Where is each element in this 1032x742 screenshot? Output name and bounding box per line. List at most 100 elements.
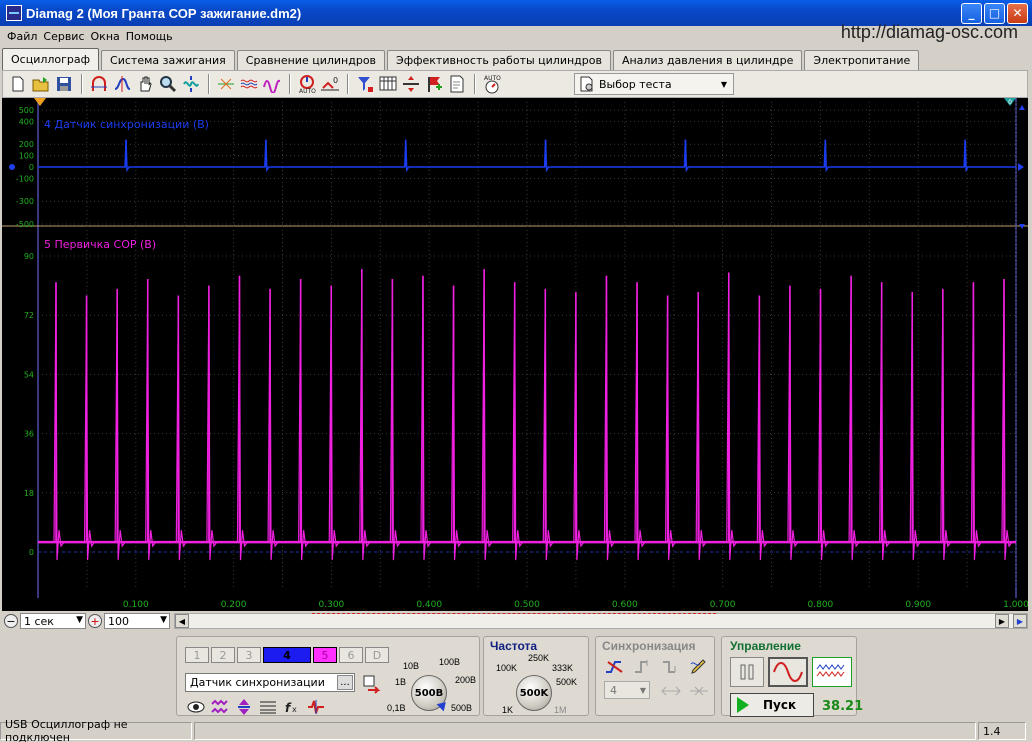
x-tick-label: 0.700 <box>710 600 736 610</box>
channel-5-button[interactable]: 5 <box>313 647 337 663</box>
ch5-tick-label: 0 <box>29 548 34 557</box>
wave-marker-icon[interactable] <box>215 73 237 95</box>
function-icon[interactable]: fx <box>281 697 303 717</box>
cursor-b-icon[interactable] <box>111 73 133 95</box>
zoom-icon[interactable] <box>157 73 179 95</box>
wave-compare-icon[interactable] <box>261 73 283 95</box>
sync-compress-icon[interactable] <box>688 681 710 701</box>
freq-label-1m: 1M <box>554 705 567 715</box>
control-group: Управление Пуск 38.21 <box>721 636 863 717</box>
zoom-in-button[interactable]: + <box>88 614 102 628</box>
continuous-wave-button[interactable] <box>812 657 852 687</box>
flag-icon[interactable] <box>423 73 445 95</box>
minimize-button[interactable]: _ <box>961 2 982 24</box>
sync-channel-value: 4 <box>610 683 617 697</box>
level-up-icon[interactable] <box>632 657 654 677</box>
sine-wave-icon <box>773 662 803 682</box>
close-button[interactable]: ✕ <box>1007 2 1028 24</box>
menu-service[interactable]: Сервис <box>40 30 87 43</box>
menu-file[interactable]: Файл <box>4 30 40 43</box>
tab-oscilloscope[interactable]: Осциллограф <box>2 48 100 70</box>
channels-group: 1 2 3 4 5 6 D Датчик синхронизации ... f… <box>176 636 480 716</box>
math-channel-icon[interactable] <box>305 697 327 717</box>
volt-label-01: 0,1В <box>387 703 406 713</box>
filter-icon[interactable] <box>354 73 376 95</box>
freq-label-250k: 250K <box>528 653 550 663</box>
sync-expand-icon[interactable] <box>660 681 682 701</box>
hand-icon[interactable] <box>134 73 156 95</box>
notes-icon[interactable] <box>446 73 468 95</box>
scroll-right-button[interactable]: ▶ <box>995 614 1009 628</box>
tab-cylinder-pressure[interactable]: Анализ давления в цилиндре <box>612 50 803 70</box>
freq-label-500k: 500K <box>556 677 578 687</box>
ch5-tick-label: 36 <box>24 430 34 439</box>
wave-overlay-icon[interactable] <box>238 73 260 95</box>
new-file-icon[interactable] <box>7 73 29 95</box>
volt-label-200: 200В <box>455 675 477 685</box>
menu-windows[interactable]: Окна <box>88 30 123 43</box>
auto-trigger-icon[interactable]: AUTO <box>296 73 318 95</box>
channel-d-button[interactable]: D <box>365 647 389 663</box>
tab-ignition-system[interactable]: Система зажигания <box>101 50 235 70</box>
single-wave-button[interactable] <box>768 657 808 687</box>
invert-wave-icon[interactable] <box>209 697 231 717</box>
sensor-select[interactable]: Датчик синхронизации ... <box>185 673 355 692</box>
pencil-sync-icon[interactable] <box>688 657 710 677</box>
scroll-left-button[interactable]: ◀ <box>175 614 189 628</box>
app-icon <box>6 5 22 21</box>
rising-edge-icon[interactable] <box>604 657 626 677</box>
oscilloscope-display[interactable]: 500 400 200 100 0 -100 -300 -500 90 72 54 36 18 0 0.10… <box>2 98 1028 611</box>
table-icon[interactable] <box>377 73 399 95</box>
tab-power-supply[interactable]: Электропитание <box>804 50 920 70</box>
channel-4-button[interactable]: 4 <box>263 647 311 663</box>
channel-1-button[interactable]: 1 <box>185 647 209 663</box>
frequency-knob[interactable]: 500K <box>516 675 552 711</box>
frequency-group: Частота 250K 100K 333K 500K 1K 1M 500K <box>483 636 589 716</box>
connection-status: USB Осциллограф не подключен <box>0 718 192 742</box>
multi-wave-icon <box>816 664 845 677</box>
tab-cylinder-efficiency[interactable]: Эффективность работы цилиндров <box>387 50 611 70</box>
ch4-tick-label: 200 <box>19 140 34 149</box>
line-style-icon[interactable] <box>257 697 279 717</box>
eye-icon[interactable] <box>185 697 207 717</box>
volt-pointer-icon <box>436 698 450 712</box>
maximize-button[interactable]: □ <box>984 2 1005 24</box>
split-icon[interactable] <box>400 73 422 95</box>
sensor-value: Датчик синхронизации <box>190 676 325 689</box>
zoom-out-button[interactable]: − <box>4 614 18 628</box>
ch4-tick-label: -500 <box>16 220 34 229</box>
level-down-icon[interactable] <box>660 657 682 677</box>
x-tick-label: 0.100 <box>123 600 149 610</box>
sync-channel-select[interactable]: 4 ▼ <box>604 681 650 699</box>
status-bar: USB Осциллограф не подключен 1.4 <box>0 718 1032 742</box>
sensor-swap-icon[interactable] <box>361 673 383 695</box>
ch4-label: 4 Датчик синхронизации (В) <box>44 118 209 131</box>
scale-select[interactable]: 100 ▼ <box>104 613 170 629</box>
horizontal-scrollbar[interactable]: ◀ ▶ ▶ <box>174 613 1028 629</box>
test-select[interactable]: Выбор теста ▼ <box>574 73 734 95</box>
run-button[interactable]: Пуск <box>730 693 814 717</box>
zero-offset-icon[interactable]: 0 <box>319 73 341 95</box>
sensor-more-button[interactable]: ... <box>337 675 353 690</box>
menu-help[interactable]: Помощь <box>123 30 176 43</box>
vertical-offset-icon[interactable] <box>233 697 255 717</box>
pause-button[interactable] <box>730 657 764 687</box>
time-base-select[interactable]: 1 сек ▼ <box>20 613 86 629</box>
ch4-up-arrow-icon <box>1019 105 1025 110</box>
save-icon[interactable] <box>53 73 75 95</box>
cursor-a-icon[interactable] <box>88 73 110 95</box>
ch4-right-marker-icon <box>1018 163 1024 171</box>
site-url: http://diamag-osc.com <box>840 22 1018 42</box>
channel-6-button[interactable]: 6 <box>339 647 363 663</box>
tab-cylinder-compare[interactable]: Сравнение цилиндров <box>236 50 386 70</box>
auto-range-icon[interactable]: AUTO <box>481 73 503 95</box>
freq-label-1k: 1K <box>502 705 514 715</box>
channel-3-button[interactable]: 3 <box>237 647 261 663</box>
svg-text:x: x <box>292 705 297 714</box>
ch5-tick-label: 54 <box>24 370 34 379</box>
scroll-end-button[interactable]: ▶ <box>1013 614 1027 628</box>
open-folder-icon[interactable] <box>30 73 52 95</box>
autoscale-icon[interactable] <box>180 73 202 95</box>
channel-2-button[interactable]: 2 <box>211 647 235 663</box>
chevron-down-icon: ▼ <box>160 615 167 625</box>
